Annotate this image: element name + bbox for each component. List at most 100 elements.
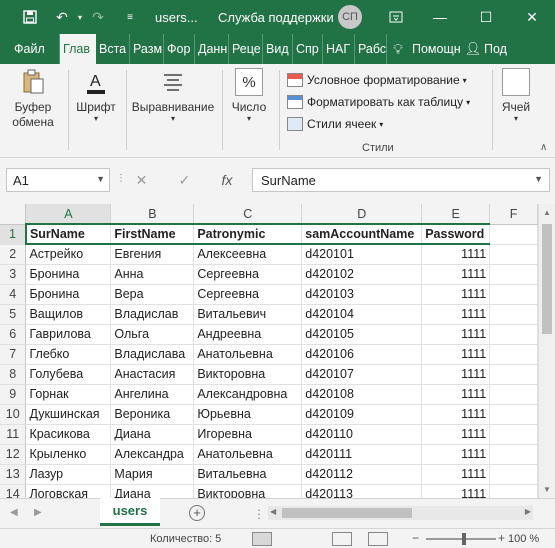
cell[interactable]: SurName — [24, 223, 112, 245]
cell[interactable]: Витальевна — [193, 464, 303, 485]
horizontal-scrollbar[interactable]: ◀ ▶ — [268, 506, 533, 520]
cell[interactable]: Ангелина — [110, 384, 195, 405]
cell[interactable]: Витальевич — [193, 304, 303, 325]
cell[interactable]: Глебко — [25, 344, 112, 365]
cell[interactable]: Игоревна — [193, 424, 303, 445]
row-header[interactable]: 13 — [0, 464, 27, 485]
cell[interactable]: Диана — [110, 424, 195, 445]
cell[interactable]: Логовская — [25, 484, 112, 498]
column-header-a[interactable]: A — [25, 204, 112, 225]
tab-insert[interactable]: Вста — [96, 34, 130, 64]
tab-addin[interactable]: НАГ — [323, 34, 355, 64]
column-header-c[interactable]: C — [193, 204, 303, 225]
cell[interactable] — [489, 484, 538, 498]
insert-function-icon[interactable]: fx — [221, 172, 232, 188]
cell[interactable]: 1111 — [421, 264, 491, 285]
cell[interactable]: d420108 — [301, 384, 423, 405]
cell[interactable] — [489, 244, 538, 265]
cell[interactable]: Голубева — [25, 364, 112, 385]
cell[interactable]: d420106 — [301, 344, 423, 365]
tab-formulas[interactable]: Фор — [164, 34, 195, 64]
cell[interactable]: Анатольевна — [193, 444, 303, 465]
normal-view-icon[interactable] — [252, 532, 272, 546]
cell[interactable]: d420111 — [301, 444, 423, 465]
cell[interactable]: Вероника — [110, 404, 195, 425]
cell[interactable]: Лазур — [25, 464, 112, 485]
cell[interactable]: Password — [421, 223, 491, 245]
tab-splitter-icon[interactable]: ⋮ — [253, 507, 265, 521]
cell[interactable]: 1111 — [421, 344, 491, 365]
ribbon-display-icon[interactable] — [376, 0, 416, 34]
cell[interactable] — [489, 404, 538, 425]
row-header[interactable]: 9 — [0, 384, 27, 405]
add-sheet-icon[interactable]: + — [189, 505, 205, 521]
column-header-b[interactable]: B — [110, 204, 195, 225]
cell[interactable] — [489, 444, 538, 465]
cell[interactable]: Александра — [110, 444, 195, 465]
cell[interactable]: d420104 — [301, 304, 423, 325]
cell[interactable]: Горнак — [25, 384, 112, 405]
name-box[interactable]: A1 ▼ — [6, 168, 110, 192]
scroll-left-icon[interactable]: ◀ — [270, 507, 276, 516]
next-sheet-icon[interactable]: ▶ — [34, 507, 42, 518]
scroll-right-icon[interactable]: ▶ — [525, 507, 531, 516]
cell[interactable]: Владислав — [110, 304, 195, 325]
cell[interactable]: Вера — [110, 284, 195, 305]
cell[interactable]: Викторовна — [193, 364, 303, 385]
cell[interactable]: d420113 — [301, 484, 423, 498]
cell[interactable]: 1111 — [421, 364, 491, 385]
cell[interactable]: 1111 — [421, 404, 491, 425]
zoom-out-button[interactable]: − — [412, 531, 419, 545]
page-break-view-icon[interactable] — [368, 532, 388, 546]
cell-styles-button[interactable]: Стили ячеек ▾ — [287, 114, 383, 134]
row-header[interactable]: 4 — [0, 284, 27, 305]
cell[interactable]: d420107 — [301, 364, 423, 385]
cell[interactable] — [489, 324, 538, 345]
zoom-slider[interactable] — [426, 538, 496, 540]
cell[interactable]: Диана — [110, 484, 195, 498]
cell[interactable] — [489, 364, 538, 385]
sheet-tab-users[interactable]: users — [100, 498, 160, 526]
cell[interactable]: 1111 — [421, 304, 491, 325]
row-header[interactable]: 14 — [0, 484, 27, 498]
format-as-table-button[interactable]: Форматировать как таблицу ▾ — [287, 92, 470, 112]
cell[interactable]: Сергеевна — [193, 284, 303, 305]
tab-page-layout[interactable]: Разм — [130, 34, 164, 64]
tab-file[interactable]: Файл — [0, 34, 60, 64]
cell[interactable]: Бронина — [25, 284, 112, 305]
scroll-down-icon[interactable]: ▼ — [539, 481, 555, 498]
cell[interactable]: 1111 — [421, 484, 491, 498]
cell[interactable]: Сергеевна — [193, 264, 303, 285]
row-header[interactable]: 10 — [0, 404, 27, 425]
cell[interactable]: 1111 — [421, 244, 491, 265]
cell[interactable] — [489, 264, 538, 285]
row-header[interactable]: 8 — [0, 364, 27, 385]
cell[interactable]: 1111 — [421, 284, 491, 305]
cell[interactable]: Юрьевна — [193, 404, 303, 425]
tab-home[interactable]: Глав — [60, 34, 96, 64]
redo-icon[interactable]: ↷ — [84, 0, 112, 34]
cell[interactable] — [489, 284, 538, 305]
cell[interactable]: FirstName — [110, 223, 195, 245]
cell[interactable]: Дукшинская — [25, 404, 112, 425]
conditional-formatting-button[interactable]: Условное форматирование ▾ — [287, 70, 467, 90]
horizontal-scroll-thumb[interactable] — [282, 508, 412, 518]
select-all-corner[interactable] — [0, 204, 27, 225]
cell[interactable]: Викторовна — [193, 484, 303, 498]
row-header[interactable]: 12 — [0, 444, 27, 465]
cell[interactable]: 1111 — [421, 384, 491, 405]
cell[interactable]: d420105 — [301, 324, 423, 345]
cell[interactable]: Бронина — [25, 264, 112, 285]
avatar[interactable]: СП — [338, 5, 362, 29]
tab-data[interactable]: Данн — [195, 34, 229, 64]
font-group[interactable]: A Шрифт ▾ — [72, 68, 120, 123]
cell[interactable]: d420112 — [301, 464, 423, 485]
number-group[interactable]: % Число ▾ — [226, 68, 272, 123]
spreadsheet-grid[interactable]: A B C D E F 1 SurName FirstName Patronymic s… — [0, 204, 538, 498]
zoom-slider-thumb[interactable] — [462, 533, 466, 545]
zoom-in-button[interactable]: + — [498, 531, 505, 545]
cell[interactable]: d420110 — [301, 424, 423, 445]
row-header[interactable]: 1 — [0, 224, 27, 245]
cell[interactable]: d420102 — [301, 264, 423, 285]
row-header[interactable]: 2 — [0, 244, 27, 265]
